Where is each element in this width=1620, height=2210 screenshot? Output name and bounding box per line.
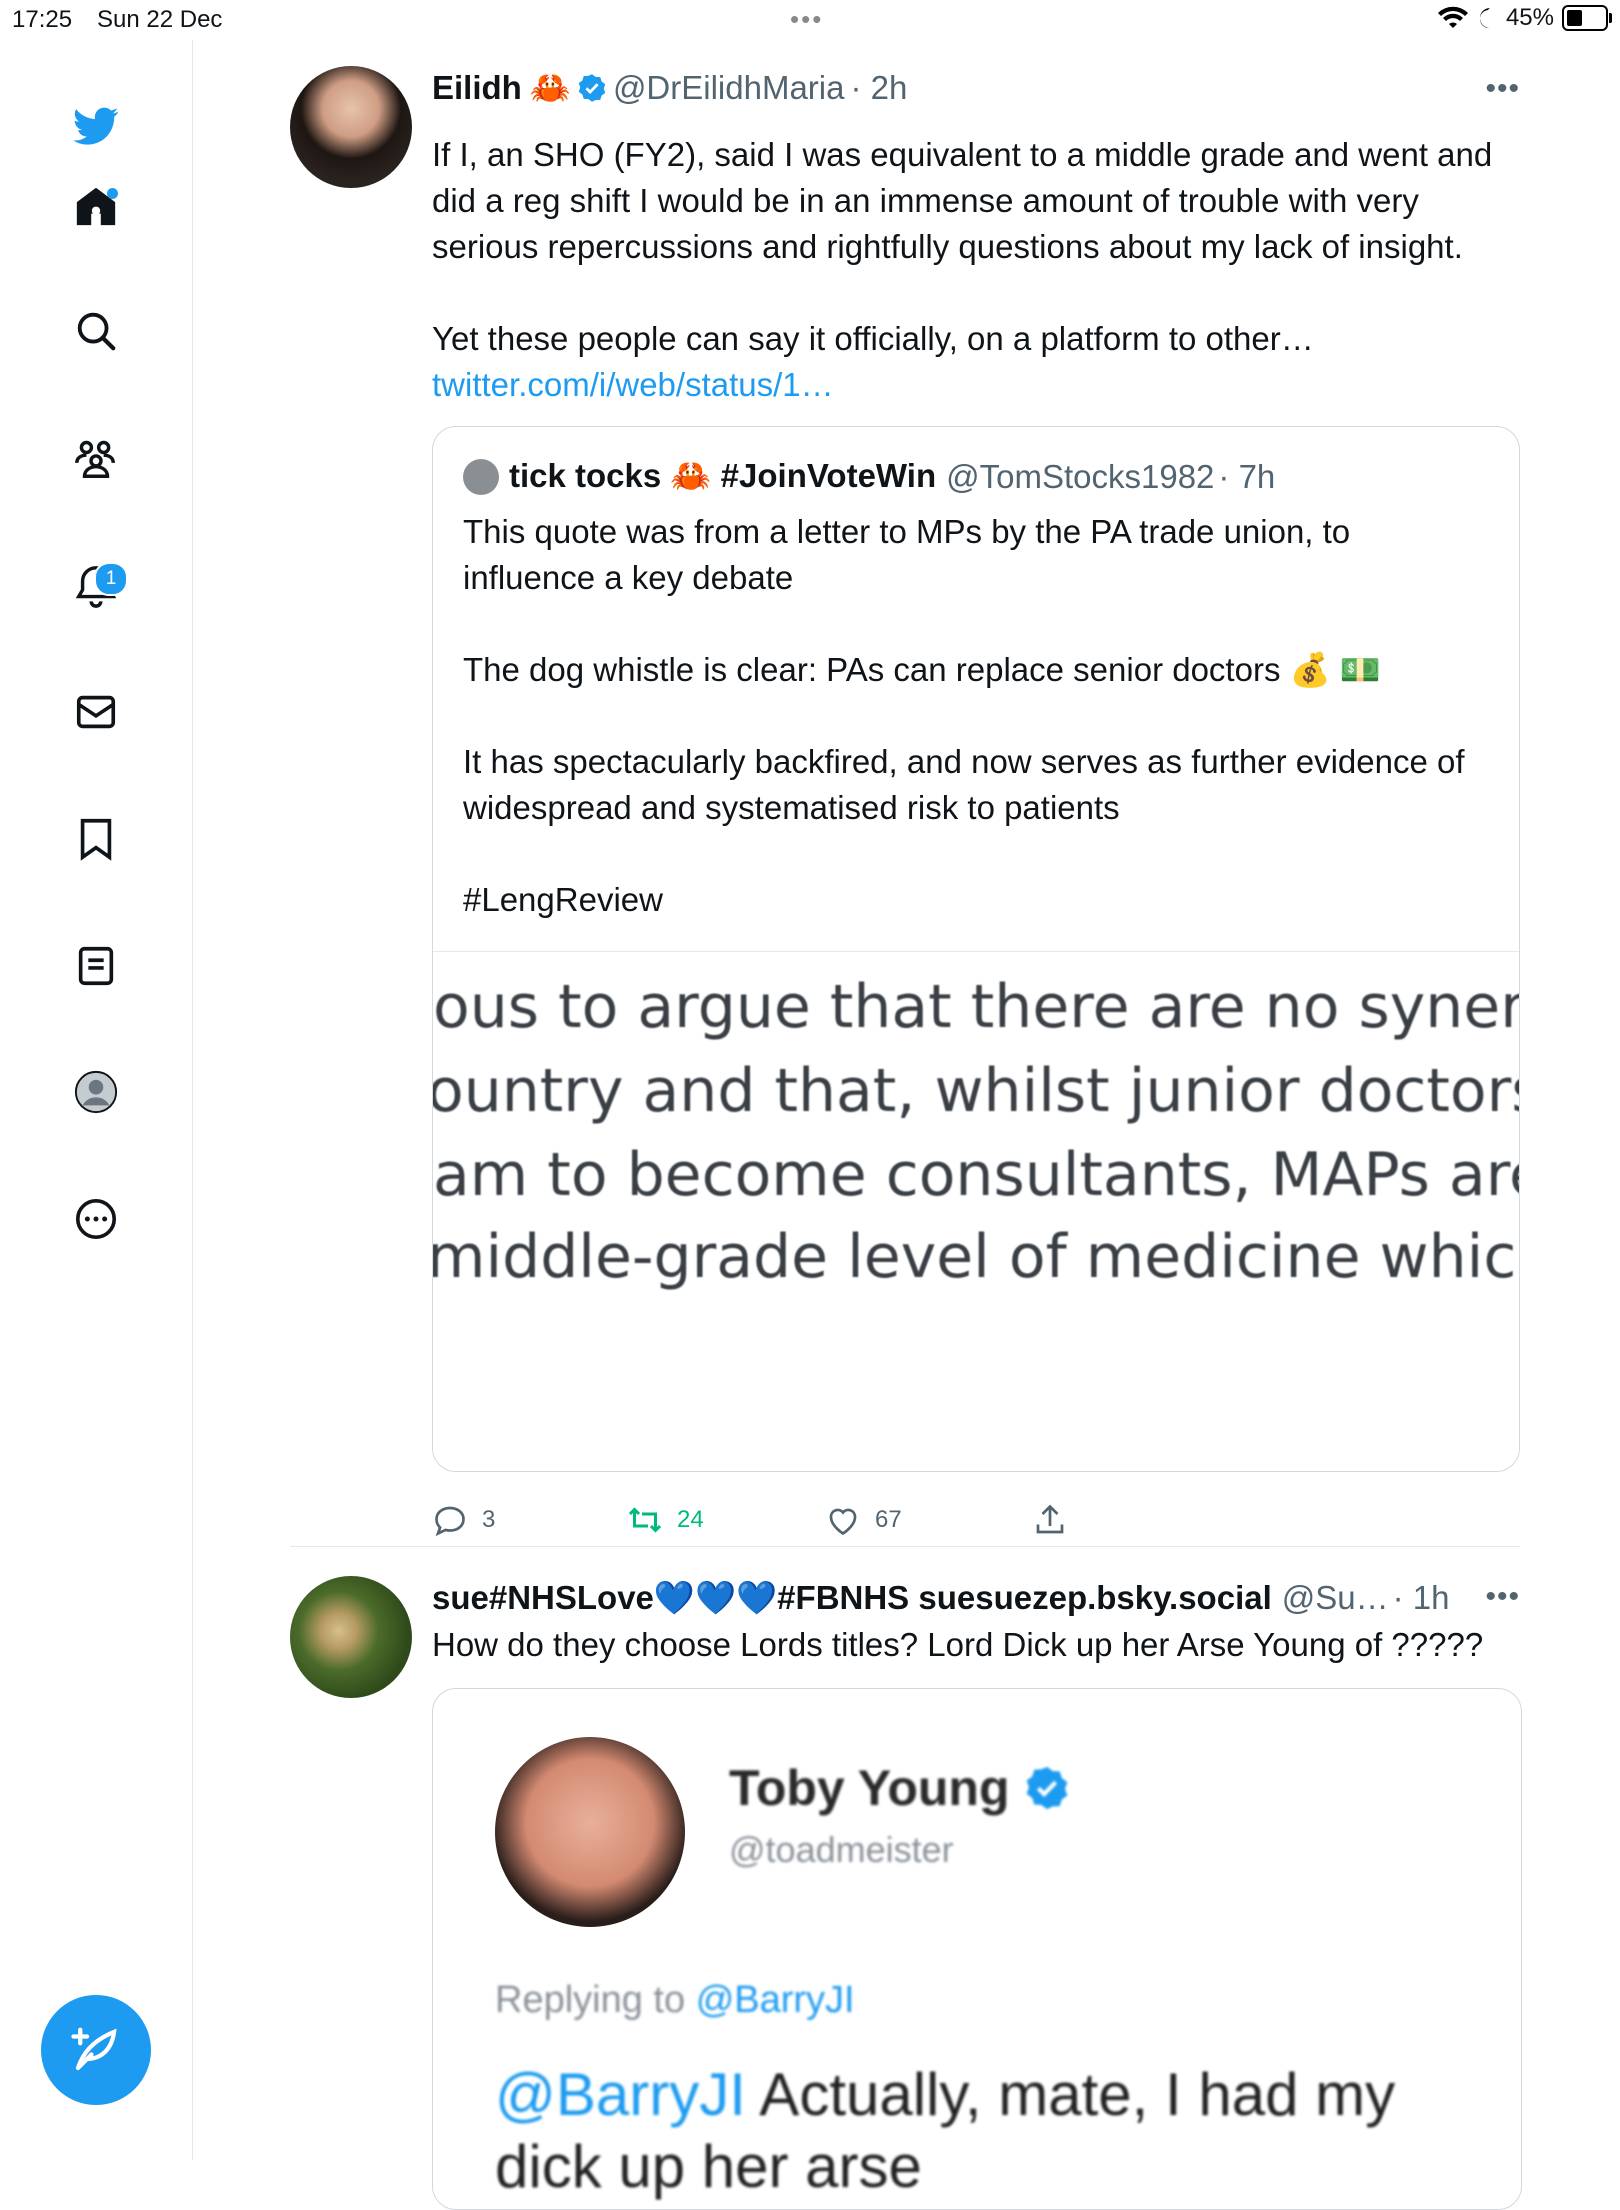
twitter-logo-icon[interactable] bbox=[60, 90, 132, 162]
share-icon bbox=[1036, 1504, 1064, 1534]
tweet-header: Eilidh 🦀 @DrEilidhMaria · 2h bbox=[432, 62, 1520, 114]
tweet-text: How do they choose Lords titles? Lord Di… bbox=[432, 1626, 1484, 1663]
battery-level bbox=[1567, 10, 1582, 26]
screenshot-name-text: Toby Young bbox=[729, 1760, 1010, 1816]
quoted-tweet-time[interactable]: · 7h bbox=[1218, 458, 1275, 496]
sidebar-item-explore[interactable] bbox=[60, 295, 132, 367]
replying-handle: @BarryJI bbox=[695, 1979, 855, 2021]
quoted-author-name[interactable]: tick tocks 🦀 #JoinVoteWin bbox=[509, 457, 936, 496]
battery-icon bbox=[1562, 5, 1612, 31]
reply-count: 3 bbox=[482, 1506, 496, 1533]
list-icon bbox=[78, 946, 114, 986]
author-name[interactable]: Eilidh bbox=[432, 69, 522, 107]
avatar[interactable] bbox=[290, 1576, 412, 1698]
sidebar-item-messages[interactable] bbox=[60, 676, 132, 748]
bookmark-icon bbox=[80, 818, 112, 861]
wifi-icon bbox=[1437, 6, 1468, 29]
timeline: Eilidh 🦀 @DrEilidhMaria · 2h ••• If I, a… bbox=[192, 40, 1620, 2210]
status-indicators: 45% bbox=[1437, 4, 1612, 32]
image-text-line: middle-grade level of medicine which bbox=[433, 1222, 1519, 1292]
message-mention: @BarryJI bbox=[495, 2061, 746, 2128]
tweet[interactable]: Eilidh 🦀 @DrEilidhMaria · 2h ••• If I, a… bbox=[290, 62, 1520, 1537]
image-text-line: am to become consultants, MAPs are bbox=[433, 1140, 1519, 1210]
more-options-icon[interactable]: ••• bbox=[1485, 72, 1520, 106]
crab-emoji: 🦀 bbox=[529, 68, 571, 106]
sidebar: 1 bbox=[0, 40, 193, 2160]
retweet-count: 24 bbox=[677, 1506, 704, 1533]
retweet-icon bbox=[628, 1507, 662, 1533]
quoted-avatar[interactable] bbox=[463, 458, 499, 495]
like-count: 67 bbox=[875, 1506, 902, 1533]
like-button[interactable]: 67 bbox=[825, 1502, 902, 1538]
quoted-author-handle[interactable]: @TomStocks1982 bbox=[946, 458, 1214, 496]
tweet-image[interactable]: Toby Young @toadmeister Replying to @Bar… bbox=[432, 1688, 1522, 2210]
sidebar-item-bookmarks[interactable] bbox=[60, 802, 132, 874]
image-text-line: ountry and that, whilst junior doctors bbox=[433, 1056, 1519, 1126]
author-handle[interactable]: @DrEilidhMaria bbox=[613, 69, 845, 107]
image-text-line: ous to argue that there are no synerg bbox=[433, 972, 1519, 1042]
sidebar-item-home[interactable] bbox=[60, 170, 132, 242]
quoted-tweet-header: tick tocks 🦀 #JoinVoteWin @TomStocks1982… bbox=[463, 457, 1275, 496]
verified-badge-icon bbox=[578, 74, 606, 102]
moon-icon bbox=[1479, 8, 1490, 29]
quoted-tweet-image[interactable]: ous to argue that there are no synerg ou… bbox=[433, 951, 1519, 1471]
sidebar-item-more[interactable] bbox=[60, 1183, 132, 1255]
tweet-actions: 3 24 67 bbox=[432, 1502, 1132, 1542]
tweet-link[interactable]: twitter.com/i/web/status/1… bbox=[432, 362, 1520, 408]
avatar[interactable] bbox=[290, 66, 412, 188]
communities-icon bbox=[75, 440, 115, 478]
heart-icon bbox=[829, 1508, 857, 1536]
author-name[interactable]: sue#NHSLove💙💙💙#FBNHS suesuezep.bsky.soci… bbox=[432, 1579, 1272, 1618]
screenshot-replying-to: Replying to @BarryJI bbox=[495, 1979, 855, 2022]
compose-feather-icon bbox=[71, 2027, 117, 2071]
notifications-badge: 1 bbox=[94, 562, 128, 596]
compose-tweet-button[interactable] bbox=[41, 1995, 151, 2105]
reply-icon bbox=[435, 1506, 465, 1537]
sidebar-item-profile[interactable] bbox=[60, 1056, 132, 1128]
reply-button[interactable]: 3 bbox=[432, 1502, 495, 1538]
author-handle[interactable]: @Su… bbox=[1282, 1579, 1389, 1617]
more-circle-icon bbox=[75, 1198, 117, 1240]
tweet-time[interactable]: · 2h bbox=[851, 69, 908, 107]
screenshot-author-handle: @toadmeister bbox=[729, 1829, 954, 1870]
tweet-text: If I, an SHO (FY2), said I was equivalen… bbox=[432, 136, 1493, 357]
search-icon bbox=[77, 312, 116, 351]
sidebar-item-communities[interactable] bbox=[60, 423, 132, 495]
more-options-icon[interactable]: ••• bbox=[1485, 1580, 1520, 1614]
tweet-header: sue#NHSLove💙💙💙#FBNHS suesuezep.bsky.soci… bbox=[432, 1576, 1520, 1620]
home-unread-dot bbox=[107, 188, 118, 199]
status-date: Sun 22 Dec bbox=[97, 6, 223, 33]
share-button[interactable] bbox=[1032, 1502, 1068, 1538]
status-bar: 17:25 Sun 22 Dec ••• 45% bbox=[0, 0, 1620, 40]
screenshot-message: @BarryJI Actually, mate, I had my dick u… bbox=[495, 2059, 1395, 2203]
sidebar-item-lists[interactable] bbox=[60, 930, 132, 1002]
quoted-tweet-text: This quote was from a letter to MPs by t… bbox=[463, 513, 1465, 918]
mail-icon bbox=[76, 695, 116, 729]
tweet-time[interactable]: · 1h bbox=[1393, 1579, 1450, 1617]
battery-percent: 45% bbox=[1505, 4, 1554, 31]
sidebar-item-notifications[interactable]: 1 bbox=[60, 550, 132, 622]
screenshot-author-name: Toby Young bbox=[729, 1759, 1070, 1817]
replying-label: Replying to bbox=[495, 1979, 686, 2021]
profile-avatar-icon bbox=[74, 1070, 118, 1114]
quoted-tweet[interactable]: tick tocks 🦀 #JoinVoteWin @TomStocks1982… bbox=[432, 426, 1520, 1472]
retweet-button[interactable]: 24 bbox=[627, 1502, 704, 1538]
verified-badge-icon bbox=[1026, 1766, 1067, 1810]
status-time: 17:25 bbox=[12, 6, 73, 33]
screenshot-avatar bbox=[495, 1737, 685, 1927]
multitasking-dots-icon[interactable]: ••• bbox=[790, 4, 823, 35]
tweet-divider bbox=[290, 1546, 1520, 1547]
